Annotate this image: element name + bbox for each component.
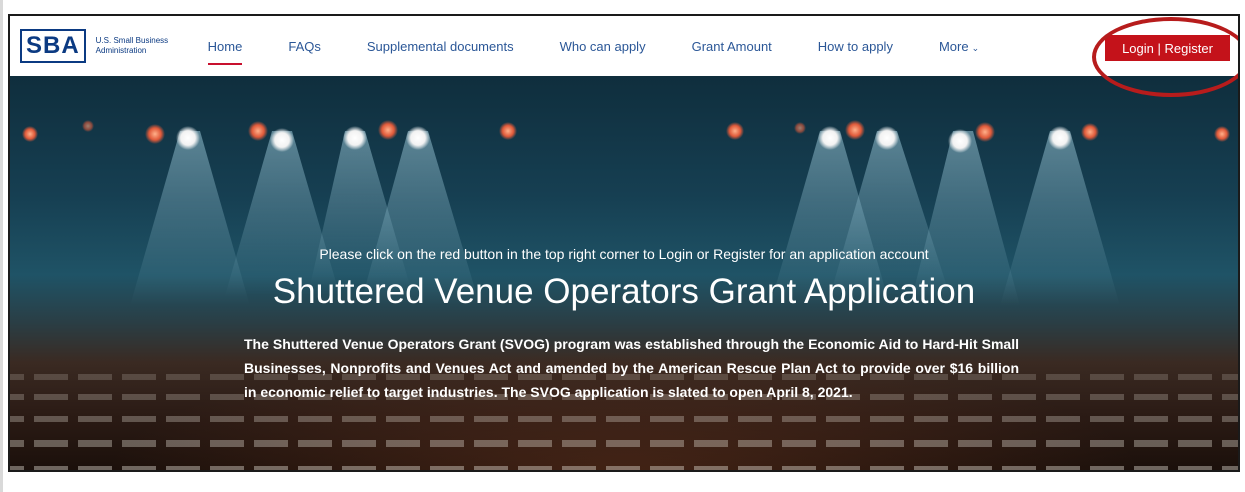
nav-item-faqs[interactable]: FAQs — [288, 35, 321, 58]
page-edge — [0, 0, 3, 492]
site-header: SBA U.S. Small Business Administration H… — [10, 16, 1238, 76]
logo-line-2: Administration — [95, 46, 147, 55]
nav-item-how-to-apply[interactable]: How to apply — [818, 35, 893, 58]
nav-item-grant-amount[interactable]: Grant Amount — [692, 35, 772, 58]
hero-instruction: Please click on the red button in the to… — [319, 246, 929, 262]
hero-title: Shuttered Venue Operators Grant Applicat… — [272, 272, 976, 311]
sba-logo-mark: SBA — [20, 29, 86, 63]
hero-description: The Shuttered Venue Operators Grant (SVO… — [244, 336, 1019, 400]
main-nav: Home FAQs Supplemental documents Who can… — [207, 35, 979, 65]
annotation-highlight-circle — [1092, 17, 1238, 97]
seat-row — [10, 466, 1238, 470]
sba-logo-text: U.S. Small Business Administration — [96, 36, 186, 56]
nav-item-supplemental-documents[interactable]: Supplemental documents — [367, 35, 514, 58]
nav-item-who-can-apply[interactable]: Who can apply — [560, 35, 646, 58]
chevron-down-icon: ⌄ — [971, 42, 980, 53]
seat-row — [10, 440, 1238, 447]
nav-item-home[interactable]: Home — [207, 35, 242, 65]
sba-logo[interactable]: SBA U.S. Small Business Administration — [20, 29, 186, 63]
hero-banner: Please click on the red button in the to… — [10, 76, 1238, 470]
nav-more-label: More — [938, 38, 969, 54]
nav-item-more[interactable]: More ⌄ — [939, 35, 979, 58]
logo-line-1: U.S. Small Business — [95, 36, 169, 45]
browser-frame: SBA U.S. Small Business Administration H… — [8, 14, 1240, 472]
seat-row — [10, 416, 1238, 422]
